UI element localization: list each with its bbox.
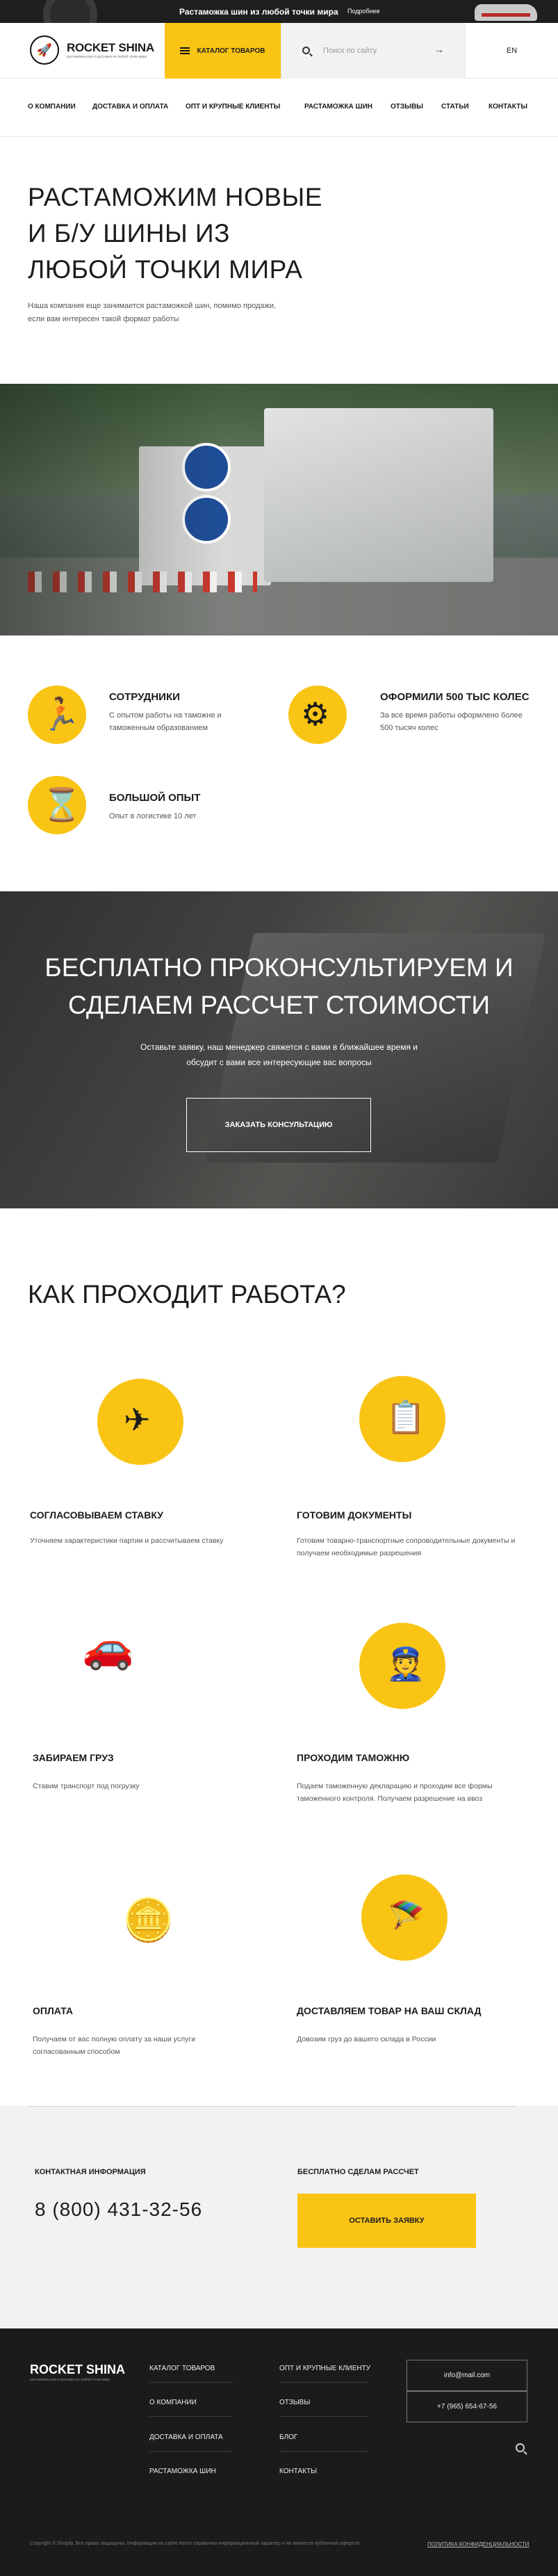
footer-link-customs[interactable]: Растаможка шин (149, 2468, 216, 2475)
step-title: Забираем груз (33, 1752, 114, 1763)
hero-text: Наша компания еще занимается растаможкой… (28, 302, 277, 323)
footer-link-wholesale[interactable]: Опт и крупные клиенту (279, 2365, 370, 2372)
step-text: Подаем таможенную декларацию и проходим … (297, 1782, 493, 1803)
contact-label: Контактная информация (35, 2168, 146, 2176)
footer-link-catalog[interactable]: Каталог товаров (149, 2365, 215, 2372)
footer-link-blog[interactable]: Блог (279, 2433, 297, 2441)
nav-item-delivery[interactable]: Доставка и оплата (92, 103, 168, 111)
footer-email[interactable]: info@mail.com (407, 2360, 527, 2391)
feature-text: С опытом работы на таможне и таможенным … (109, 711, 222, 732)
nav-item-customs[interactable]: Растаможка шин (304, 103, 372, 111)
tire-stack-icon: ⚙ (288, 686, 347, 744)
feature-title: Большой опыт (109, 792, 201, 804)
step-title: Оплата (33, 2005, 73, 2016)
contact-phone[interactable]: 8 (800) 431-32-56 (35, 2198, 202, 2221)
site-footer: ROCKET SHINA растаможка шин и доставка и… (0, 2328, 558, 2576)
car-image (475, 4, 537, 21)
catalog-button[interactable]: Каталог товаров (165, 23, 281, 79)
nav-item-reviews[interactable]: Отзывы (391, 103, 423, 111)
hourglass-icon: ⌛ (28, 776, 86, 834)
consult-banner: Бесплатно проконсультируем и сделаем рас… (0, 891, 558, 1208)
step-title: Проходим таможню (297, 1752, 410, 1763)
footer-link-reviews[interactable]: Отзывы (279, 2399, 310, 2406)
feature-text: За все время работы оформлено более 500 … (380, 711, 523, 732)
language-switch[interactable]: EN (465, 23, 558, 79)
footer-phone[interactable]: +7 (965) 654-67-56 (407, 2391, 527, 2422)
calc-label: Бесплатно сделам рассчет (297, 2168, 419, 2176)
nav-item-contacts[interactable]: Контакты (489, 103, 527, 111)
step-text: Довозим груз до вашего склада в России (297, 2035, 436, 2043)
customs-officers-icon: 👮 (359, 1623, 445, 1709)
step-title: Доставляем товар на ваш склад (297, 2005, 482, 2016)
consult-text: Оставьте заявку, наш менеджер свяжется с… (140, 1042, 418, 1067)
menu-icon (180, 47, 190, 54)
money-plant-icon: 🪙 (122, 1897, 174, 1943)
footer-link-about[interactable]: О компании (149, 2399, 197, 2406)
step-text: Готовим товарно-транспортные сопроводите… (297, 1537, 516, 1557)
search-icon[interactable] (516, 2443, 525, 2452)
step-title: Готовим документы (297, 1509, 412, 1521)
site-header: 🚀 ROCKET SHINA растаможка шин и доставка… (0, 23, 558, 79)
promo-text: Растаможка шин из любой точки мира (179, 7, 338, 17)
step-text: Уточняем характеристики партии и рассчит… (30, 1537, 224, 1545)
main-nav: О компании Доставка и оплата Опт и крупн… (0, 79, 558, 137)
request-button[interactable]: Оставить заявку (297, 2194, 476, 2248)
copyright-text: Copyright © Shopify. Все права защищены.… (30, 2541, 360, 2546)
arrow-right-icon[interactable]: → (434, 44, 444, 55)
consult-title: Бесплатно проконсультируем и сделаем рас… (44, 953, 514, 1019)
search-bar: → (281, 23, 465, 79)
trucks-photo (0, 384, 558, 635)
feature-text: Опыт в логистике 10 лет (109, 812, 197, 820)
footer-link-delivery[interactable]: Доставка и оплата (149, 2433, 223, 2441)
promo-more-link[interactable]: Подробнее (347, 8, 380, 15)
catalog-label: Каталог товаров (197, 47, 265, 55)
footer-logo-subtitle: растаможка шин и доставка из любой точки… (30, 2378, 110, 2382)
nav-item-articles[interactable]: Статьи (441, 103, 469, 111)
plane-globe-icon: ✈ (97, 1379, 183, 1465)
nav-item-wholesale[interactable]: Опт и крупные клиенты (186, 103, 280, 111)
rocket-icon[interactable]: 🚀 (30, 35, 59, 65)
step-text: Получаем от вас полную оплату за наши ус… (33, 2035, 196, 2056)
logo-subtitle: растаможка шин и доставка из любой точки… (67, 55, 147, 59)
search-input[interactable] (323, 42, 427, 59)
promo-bar: Растаможка шин из любой точки мира Подро… (0, 0, 558, 23)
search-icon (302, 47, 310, 54)
car-boxes-icon: 🚗 (82, 1624, 134, 1671)
step-text: Ставим транспорт под погрузку (33, 1782, 140, 1790)
privacy-policy-link[interactable]: Политика конфиденциальности (427, 2541, 530, 2547)
nav-item-about[interactable]: О компании (28, 103, 76, 111)
feature-title: Оформили 500 тыс колес (380, 691, 530, 703)
running-man-icon: 🏃 (28, 686, 86, 744)
step-title: Согласовываем ставку (30, 1509, 163, 1521)
hero-title: Растаможим новые и б/у шины из любой точ… (28, 183, 322, 284)
process-title: Как проходит работа? (28, 1280, 346, 1309)
tire-image (43, 0, 97, 23)
parachute-boxes-icon: 🪂 (361, 1874, 448, 1961)
clipboard-icon: 📋 (359, 1376, 445, 1462)
footer-logo[interactable]: ROCKET SHINA (30, 2363, 125, 2377)
logo-name[interactable]: ROCKET SHINA (67, 41, 154, 55)
contact-section: Контактная информация 8 (800) 431-32-56 … (0, 2106, 558, 2328)
consult-button[interactable]: Заказать консультацию (186, 1098, 371, 1152)
feature-title: Сотрудники (109, 691, 180, 703)
footer-link-contacts[interactable]: Контакты (279, 2468, 317, 2475)
